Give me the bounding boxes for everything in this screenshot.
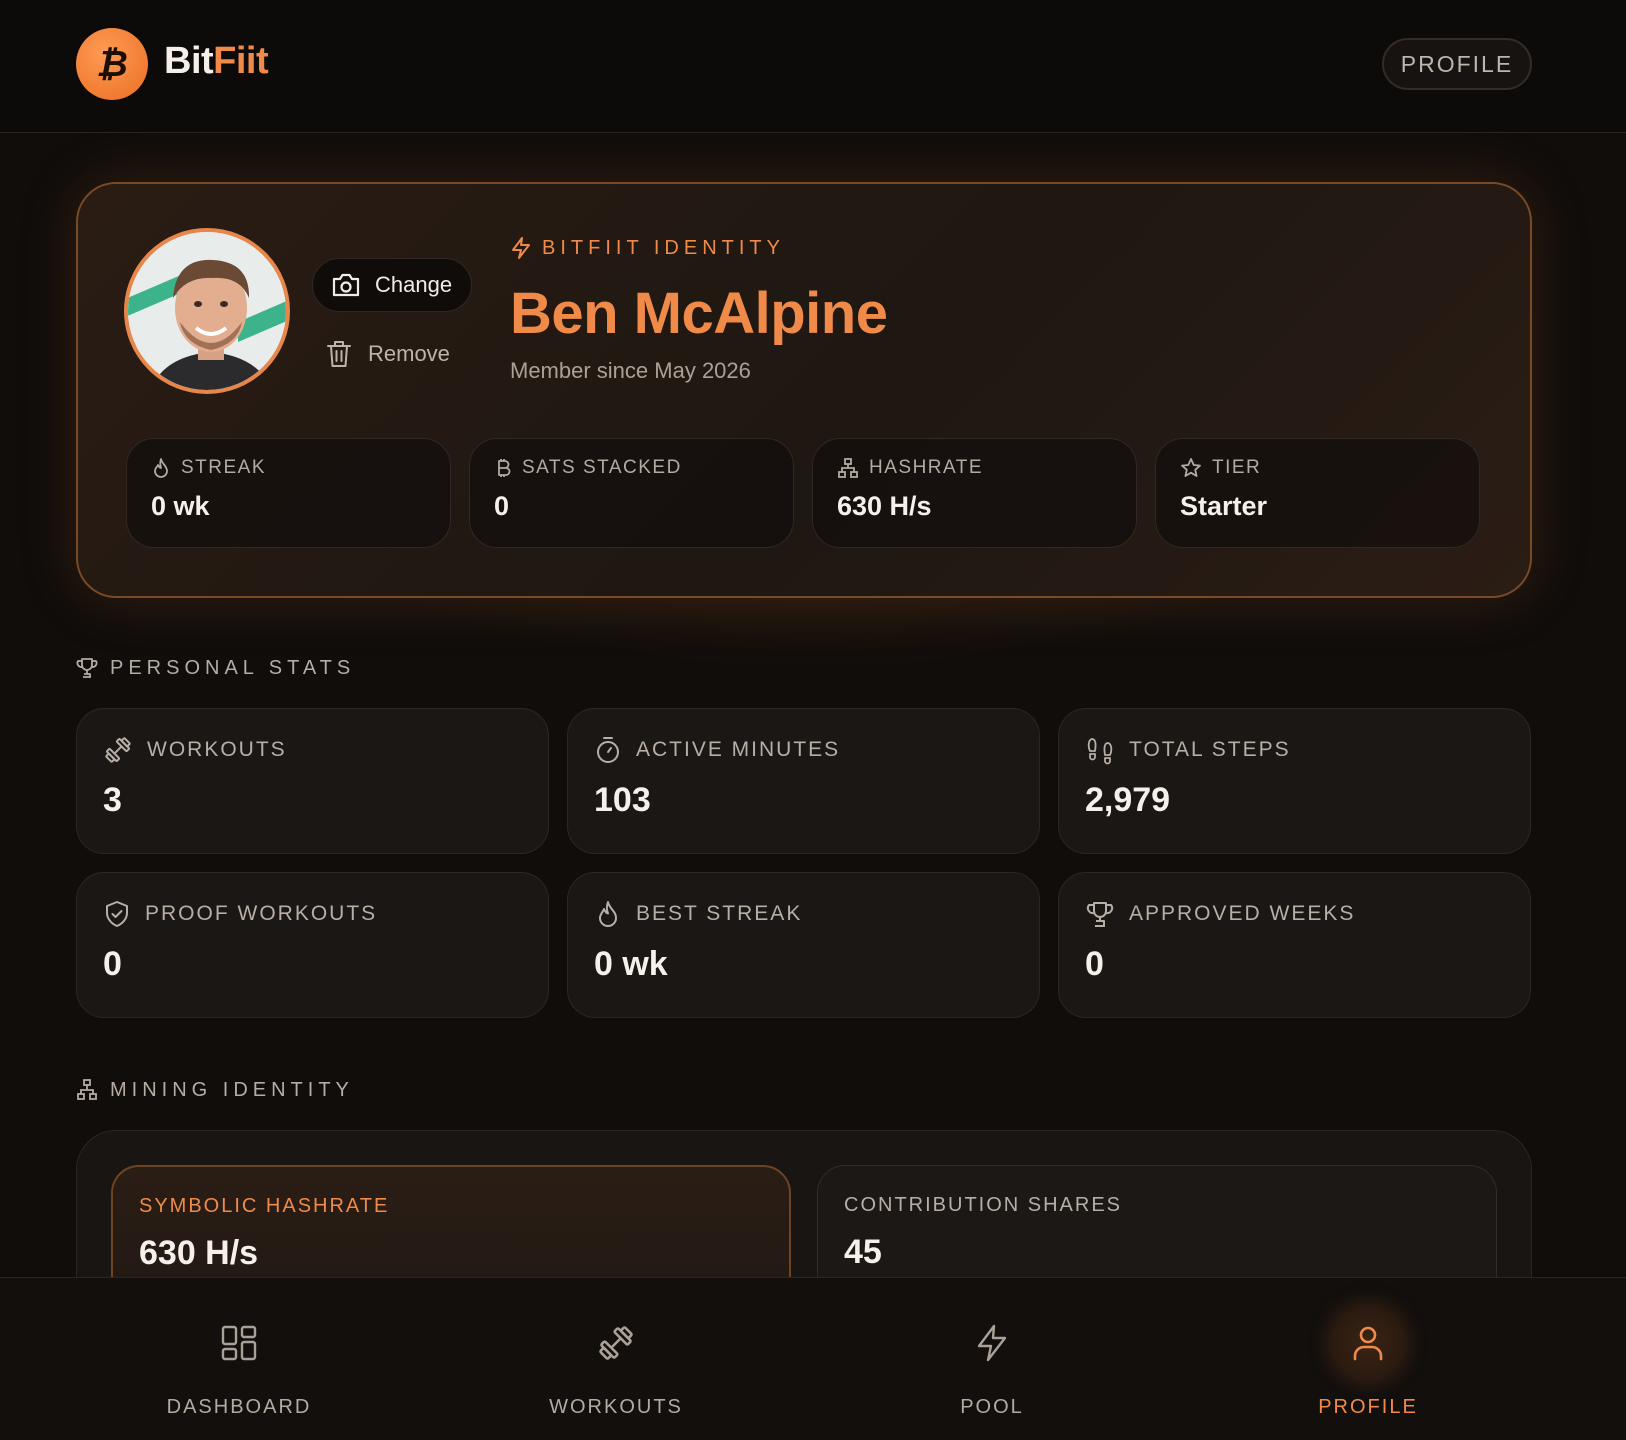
- total-steps-label: TOTAL STEPS: [1129, 738, 1291, 761]
- nav-dashboard[interactable]: DASHBOARD: [109, 1278, 369, 1440]
- nav-pool[interactable]: POOL: [862, 1278, 1122, 1440]
- nav-workouts[interactable]: WORKOUTS: [486, 1278, 746, 1440]
- hashrate-value: 630 H/s: [837, 491, 932, 521]
- nav-pool-label: POOL: [960, 1396, 1024, 1418]
- logo-symbol: ₿: [96, 43, 128, 84]
- network-icon: [838, 458, 858, 478]
- approved-weeks-value: 0: [1085, 945, 1104, 983]
- personal-stats-title: PERSONAL STATS: [76, 656, 355, 680]
- workouts-card: WORKOUTS 3: [76, 708, 549, 854]
- streak-value: 0 wk: [151, 491, 210, 521]
- camera-icon: [332, 273, 360, 297]
- change-photo-button[interactable]: Change: [312, 258, 472, 312]
- nav-profile-label: PROFILE: [1318, 1396, 1418, 1418]
- hashrate-stat: HASHRATE 630 H/s: [812, 438, 1137, 548]
- trophy-icon: [1086, 902, 1114, 927]
- dumbbell-icon: [105, 737, 131, 763]
- brand-part-1: Bit: [164, 40, 214, 82]
- mining-identity-label: MINING IDENTITY: [110, 1078, 354, 1101]
- brand-part-2: Fiit: [213, 40, 269, 82]
- symbolic-hashrate-label: SYMBOLIC HASHRATE: [139, 1195, 390, 1217]
- bitcoin-logo-icon[interactable]: ₿: [76, 28, 148, 100]
- dumbbell-icon: [599, 1326, 633, 1360]
- identity-eyebrow: BITFIIT IDENTITY: [510, 236, 785, 260]
- active-minutes-label: ACTIVE MINUTES: [636, 738, 841, 761]
- symbolic-hashrate-value: 630 H/s: [139, 1234, 259, 1272]
- flame-icon: [154, 458, 168, 478]
- avatar-photo: [128, 232, 286, 390]
- remove-label: Remove: [368, 341, 450, 366]
- network-icon: [77, 1079, 97, 1100]
- active-minutes-value: 103: [594, 781, 651, 819]
- sats-stat: SATS STACKED 0: [469, 438, 794, 548]
- bitcoin-icon: [498, 459, 511, 477]
- mining-identity-title: MINING IDENTITY: [76, 1078, 354, 1102]
- identity-stats: STREAK 0 wk SATS STACKED 0 HASHRATE 630 …: [126, 438, 1480, 548]
- contribution-shares-value: 45: [844, 1233, 882, 1271]
- contribution-shares-label: CONTRIBUTION SHARES: [844, 1194, 1123, 1216]
- streak-stat: STREAK 0 wk: [126, 438, 451, 548]
- total-steps-card: TOTAL STEPS 2,979: [1058, 708, 1531, 854]
- lightning-icon: [512, 237, 530, 259]
- nav-workouts-label: WORKOUTS: [549, 1396, 683, 1418]
- change-label: Change: [375, 272, 453, 297]
- member-since: Member since May 2026: [510, 358, 751, 383]
- total-steps-value: 2,979: [1085, 781, 1171, 819]
- identity-card: Change Remove BITFIIT IDENTITY Ben McAlp…: [76, 182, 1532, 598]
- hashrate-label: HASHRATE: [869, 457, 984, 478]
- bottom-navigation: DASHBOARD WORKOUTS POOL PROFILE: [0, 1277, 1626, 1440]
- nav-profile[interactable]: PROFILE: [1238, 1278, 1498, 1440]
- proof-workouts-label: PROOF WORKOUTS: [145, 902, 378, 925]
- best-streak-card: BEST STREAK 0 wk: [567, 872, 1040, 1018]
- streak-label: STREAK: [181, 457, 267, 478]
- workouts-value: 3: [103, 781, 122, 819]
- approved-weeks-label: APPROVED WEEKS: [1129, 902, 1356, 925]
- sats-value: 0: [494, 491, 510, 521]
- star-icon: [1181, 458, 1201, 477]
- tier-value: Starter: [1180, 491, 1268, 521]
- timer-icon: [597, 737, 619, 763]
- tier-label: TIER: [1212, 457, 1262, 478]
- profile-header-button[interactable]: PROFILE: [1382, 38, 1532, 90]
- lightning-icon: [977, 1324, 1007, 1362]
- user-name: Ben McAlpine: [510, 281, 888, 346]
- remove-photo-button[interactable]: Remove: [326, 334, 450, 374]
- approved-weeks-card: APPROVED WEEKS 0: [1058, 872, 1531, 1018]
- user-icon: [1353, 1326, 1383, 1361]
- brand-name[interactable]: BitFiit: [164, 40, 269, 83]
- flame-icon: [599, 901, 617, 927]
- shield-check-icon: [106, 901, 128, 927]
- workouts-label: WORKOUTS: [147, 738, 287, 761]
- personal-stats-label: PERSONAL STATS: [110, 656, 356, 679]
- avatar: [124, 228, 290, 394]
- proof-workouts-card: PROOF WORKOUTS 0: [76, 872, 549, 1018]
- tier-stat: TIER Starter: [1155, 438, 1480, 548]
- nav-dashboard-label: DASHBOARD: [166, 1396, 312, 1418]
- trophy-icon: [76, 658, 98, 678]
- best-streak-value: 0 wk: [594, 945, 668, 983]
- best-streak-label: BEST STREAK: [636, 902, 803, 925]
- active-minutes-card: ACTIVE MINUTES 103: [567, 708, 1040, 854]
- dashboard-icon: [221, 1325, 257, 1361]
- sats-label: SATS STACKED: [522, 457, 682, 478]
- proof-workouts-value: 0: [103, 945, 122, 983]
- top-header: ₿ BitFiit PROFILE: [0, 0, 1626, 133]
- footprints-icon: [1087, 738, 1113, 765]
- eyebrow-label: BITFIIT IDENTITY: [542, 236, 785, 259]
- trash-icon: [327, 341, 351, 367]
